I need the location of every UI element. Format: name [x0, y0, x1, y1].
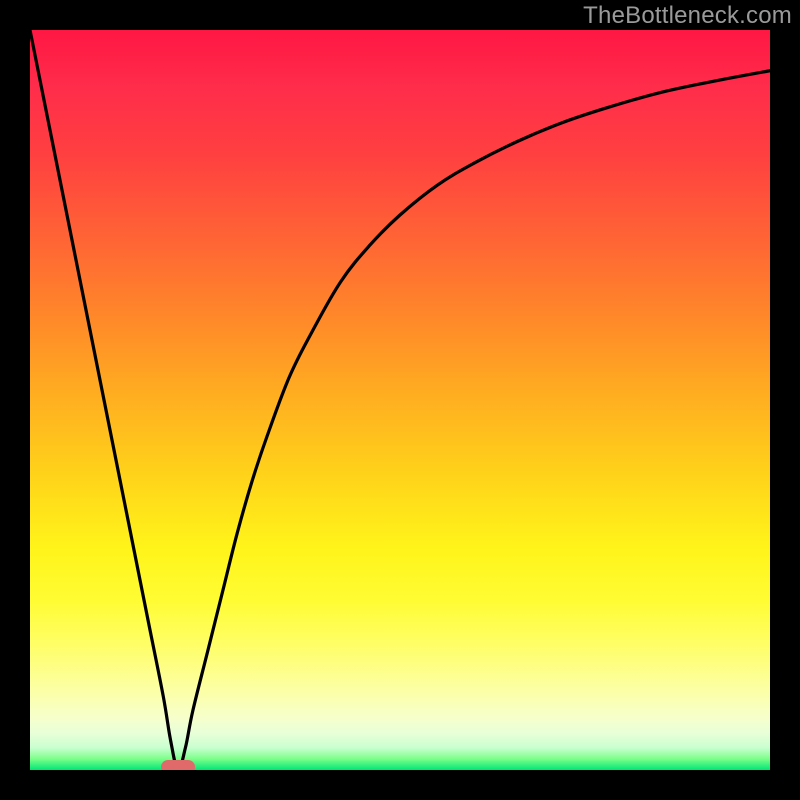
optimal-point-marker — [161, 760, 195, 770]
plot-area — [30, 30, 770, 770]
bottleneck-curve — [30, 30, 770, 770]
watermark-text: TheBottleneck.com — [583, 2, 792, 30]
curve-svg — [30, 30, 770, 770]
chart-frame: TheBottleneck.com — [0, 0, 800, 800]
